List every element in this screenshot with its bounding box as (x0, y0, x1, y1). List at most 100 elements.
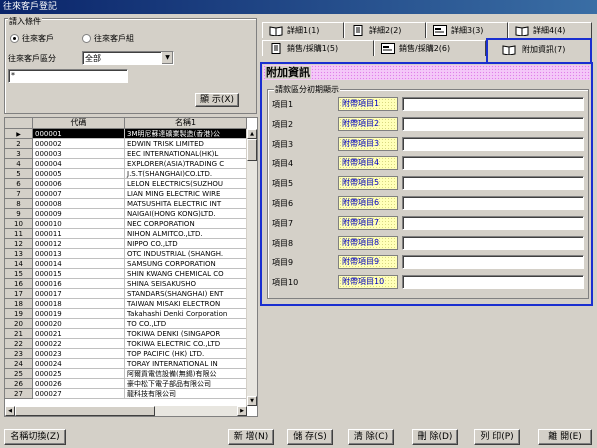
row-number[interactable]: 22 (5, 339, 33, 349)
item-value-input[interactable] (402, 156, 584, 171)
table-row[interactable]: 17 000017 STANDARS(SHANGHAI) ENT (5, 289, 249, 299)
cell-code[interactable]: 000003 (33, 149, 125, 159)
table-row[interactable]: 10 000010 NEC CORPORATION (5, 219, 249, 229)
row-number[interactable]: 23 (5, 349, 33, 359)
cell-code[interactable]: 000022 (33, 339, 125, 349)
new-button[interactable]: 新 增(N) (228, 429, 274, 445)
table-row[interactable]: 6 000006 LELON ELECTRICS(SUZHOU (5, 179, 249, 189)
cell-name[interactable]: NIPPO CO.,LTD (125, 239, 249, 249)
row-number[interactable]: 19 (5, 309, 33, 319)
table-row[interactable]: 3 000003 EEC INTERNATIONAL(HK)L (5, 149, 249, 159)
cell-name[interactable]: NEC CORPORATION (125, 219, 249, 229)
radio-customer-group[interactable] (82, 34, 91, 43)
row-number[interactable]: ▶ (5, 129, 33, 139)
item-value-input[interactable] (402, 255, 584, 270)
cell-code[interactable]: 000009 (33, 209, 125, 219)
cell-name[interactable]: J.S.T(SHANGHAI)CO.LTD. (125, 169, 249, 179)
cell-code[interactable]: 000001 (33, 129, 125, 139)
item-value-input[interactable] (402, 235, 584, 250)
row-number[interactable]: 3 (5, 149, 33, 159)
cell-code[interactable]: 000002 (33, 139, 125, 149)
tab-detail3[interactable]: 詳細3(3) (426, 22, 508, 38)
cell-name[interactable]: MATSUSHITA ELECTRIC INT (125, 199, 249, 209)
vertical-scrollbar[interactable]: ▲ ▼ (246, 129, 257, 406)
row-number[interactable]: 16 (5, 279, 33, 289)
table-row[interactable]: 7 000007 LIAN MING ELECTRIC WIRE (5, 189, 249, 199)
cell-code[interactable]: 000023 (33, 349, 125, 359)
cell-name[interactable]: EDWIN TRISK LIMITED (125, 139, 249, 149)
table-row[interactable]: 11 000011 NIHON ALMITCO.,LTD. (5, 229, 249, 239)
row-number[interactable]: 20 (5, 319, 33, 329)
scroll-down-icon[interactable]: ▼ (247, 396, 257, 406)
search-input[interactable]: * (8, 69, 128, 83)
cell-code[interactable]: 000016 (33, 279, 125, 289)
cell-name[interactable]: STANDARS(SHANGHAI) ENT (125, 289, 249, 299)
cell-name[interactable]: SHINA SEISAKUSHO (125, 279, 249, 289)
tab-detail2[interactable]: 詳細2(2) (344, 22, 426, 38)
col-header-name[interactable]: 名稱1 (125, 118, 247, 129)
cell-name[interactable]: EXPLORER(ASIA)TRADING C (125, 159, 249, 169)
table-row[interactable]: 4 000004 EXPLORER(ASIA)TRADING C (5, 159, 249, 169)
cell-code[interactable]: 000018 (33, 299, 125, 309)
table-row[interactable]: 2 000002 EDWIN TRISK LIMITED (5, 139, 249, 149)
table-row[interactable]: 14 000014 SAMSUNG CORPORATION (5, 259, 249, 269)
cell-code[interactable]: 000026 (33, 379, 125, 389)
tab-detail4[interactable]: 詳細4(4) (508, 22, 592, 38)
cell-name[interactable]: SHIN KWANG CHEMICAL CO (125, 269, 249, 279)
radio-customer[interactable] (10, 34, 19, 43)
chevron-down-icon[interactable]: ▼ (161, 52, 173, 64)
tab-sales-purchase1[interactable]: 銷售/採購1(5) (262, 40, 374, 56)
cell-code[interactable]: 000021 (33, 329, 125, 339)
row-number[interactable]: 27 (5, 389, 33, 399)
item-value-input[interactable] (402, 196, 584, 210)
row-number[interactable]: 8 (5, 199, 33, 209)
row-number[interactable]: 24 (5, 359, 33, 369)
cell-code[interactable]: 000014 (33, 259, 125, 269)
row-number[interactable]: 7 (5, 189, 33, 199)
table-row[interactable]: 20 000020 TO CO.,LTD (5, 319, 249, 329)
item-value-input[interactable] (402, 215, 584, 230)
scroll-left-icon[interactable]: ◀ (5, 406, 15, 416)
table-row[interactable]: 8 000008 MATSUSHITA ELECTRIC INT (5, 199, 249, 209)
row-number[interactable]: 11 (5, 229, 33, 239)
cell-code[interactable]: 000019 (33, 309, 125, 319)
save-button[interactable]: 儲 存(S) (287, 429, 333, 445)
table-row[interactable]: 21 000021 TOKIWA DENKI (SINGAPOR (5, 329, 249, 339)
cell-code[interactable]: 000011 (33, 229, 125, 239)
table-row[interactable]: 19 000019 Takahashi Denki Corporation (5, 309, 249, 319)
item-value-input[interactable] (402, 97, 584, 111)
cell-code[interactable]: 000006 (33, 179, 125, 189)
cell-code[interactable]: 000004 (33, 159, 125, 169)
table-row[interactable]: 12 000012 NIPPO CO.,LTD (5, 239, 249, 249)
table-row[interactable]: 9 000009 NAIGAI(HONG KONG)LTD. (5, 209, 249, 219)
row-number[interactable]: 14 (5, 259, 33, 269)
row-number[interactable]: 2 (5, 139, 33, 149)
table-row[interactable]: 27 000027 龍科技有限公司 (5, 389, 249, 399)
cell-code[interactable]: 000024 (33, 359, 125, 369)
cell-name[interactable]: SAMSUNG CORPORATION (125, 259, 249, 269)
customer-grid[interactable]: 代碼 名稱1 ▶ 000001 3M明尼蘇達礦業製造(香港)公 2 000002 EDWI… (4, 117, 258, 417)
table-row[interactable]: 22 000022 TOKIWA ELECTRIC CO.,LTD (5, 339, 249, 349)
cell-name[interactable]: 豪中松下電子部品有限公司 (125, 379, 249, 389)
table-row[interactable]: 16 000016 SHINA SEISAKUSHO (5, 279, 249, 289)
tab-sales-purchase2[interactable]: 銷售/採購2(6) (374, 40, 486, 56)
clear-button[interactable]: 清 除(C) (348, 429, 394, 445)
scroll-up-icon[interactable]: ▲ (247, 129, 257, 139)
row-number[interactable]: 21 (5, 329, 33, 339)
table-row[interactable]: 15 000015 SHIN KWANG CHEMICAL CO (5, 269, 249, 279)
cell-name[interactable]: EEC INTERNATIONAL(HK)L (125, 149, 249, 159)
cell-name[interactable]: NAIGAI(HONG KONG)LTD. (125, 209, 249, 219)
radio-customer-group-label[interactable]: 往來客戶組 (94, 33, 134, 44)
row-number[interactable]: 9 (5, 209, 33, 219)
table-row[interactable]: 26 000026 豪中松下電子部品有限公司 (5, 379, 249, 389)
cell-name[interactable]: TO CO.,LTD (125, 319, 249, 329)
table-row[interactable]: 24 000024 TORAY INTERNATIONAL IN (5, 359, 249, 369)
cell-code[interactable]: 000010 (33, 219, 125, 229)
row-number[interactable]: 18 (5, 299, 33, 309)
item-value-input[interactable] (402, 176, 584, 191)
tab-additional-info[interactable]: 附加資訊(7) (486, 38, 592, 62)
cell-name[interactable]: TOP PACIFIC (HK) LTD. (125, 349, 249, 359)
row-number[interactable]: 25 (5, 369, 33, 379)
radio-customer-label[interactable]: 往來客戶 (22, 33, 54, 44)
cell-name[interactable]: LIAN MING ELECTRIC WIRE (125, 189, 249, 199)
